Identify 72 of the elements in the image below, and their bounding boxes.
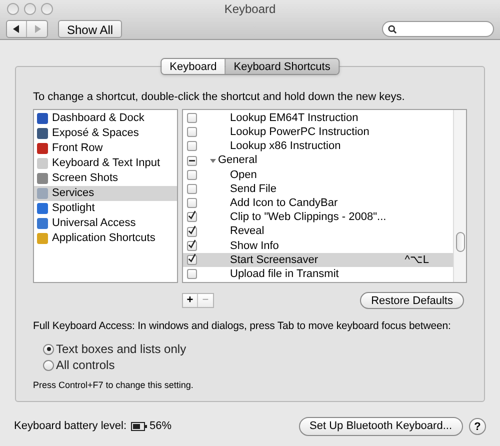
checkbox[interactable] (187, 254, 197, 265)
dash-icon (189, 160, 195, 162)
shortcut-row[interactable]: General (183, 154, 453, 168)
category-item[interactable]: Universal Access (34, 216, 177, 231)
bluetooth-setup-button[interactable]: Set Up Bluetooth Keyboard... (298, 416, 463, 436)
pane-icon (37, 158, 48, 169)
pane-icon (37, 128, 48, 139)
pane-icon (37, 173, 48, 184)
category-item[interactable]: Dashboard & Dock (34, 111, 177, 126)
window-control[interactable] (7, 3, 19, 15)
category-item[interactable]: Application Shortcuts (34, 231, 177, 246)
shortcut-row[interactable]: Lookup EM64T Instruction (183, 111, 453, 126)
battery-reading: 56% (150, 418, 172, 434)
pane-icon (37, 143, 48, 154)
shortcut-row[interactable]: Send File (183, 182, 453, 196)
checkbox[interactable] (187, 170, 197, 180)
shortcut-keys: ^⌥L (404, 252, 429, 268)
radio-option[interactable]: All controls (43, 358, 467, 373)
add-button[interactable]: + (183, 294, 198, 306)
search-field[interactable] (382, 21, 494, 37)
category-item[interactable]: Spotlight (34, 201, 177, 216)
shortcut-row[interactable]: Reveal (183, 224, 453, 239)
category-item[interactable]: Exposé & Spaces (34, 126, 177, 141)
tab[interactable]: Keyboard Shortcuts (224, 59, 338, 74)
help-button[interactable]: ? (469, 418, 486, 434)
category-item[interactable]: Services (34, 186, 177, 201)
pane-icon (37, 218, 48, 229)
shortcut-row[interactable]: Add Icon to CandyBar (183, 196, 453, 210)
shortcut-row[interactable]: Lookup PowerPC Instruction (183, 125, 453, 140)
pane-icon (37, 233, 48, 244)
pane-icon (37, 188, 48, 199)
battery-label: Keyboard battery level: (14, 418, 127, 434)
shortcut-row[interactable]: Show Info (183, 238, 453, 253)
radio-button[interactable] (43, 360, 54, 371)
checkbox[interactable] (187, 141, 197, 152)
category-item[interactable]: Keyboard & Text Input (34, 156, 177, 171)
tab[interactable]: Keyboard (162, 59, 225, 74)
show-all-button[interactable]: Show All (58, 20, 122, 38)
checkbox[interactable] (187, 198, 197, 208)
instruction-text: To change a shortcut, double-click the shortcut and hold down the new keys. (33, 90, 406, 103)
shortcut-row[interactable]: Clip to "Web Clippings - 2008"... (183, 210, 453, 224)
checkbox[interactable] (187, 269, 197, 280)
search-icon (388, 24, 397, 34)
window-control[interactable] (24, 3, 36, 15)
checkbox[interactable] (187, 212, 197, 222)
shortcut-row[interactable]: Start Screensaver ^⌥L (183, 252, 453, 268)
checkbox[interactable] (187, 113, 197, 124)
disclosure-triangle-icon[interactable] (210, 158, 216, 164)
checkbox[interactable] (187, 240, 197, 251)
radio-option[interactable]: Text boxes and lists only (43, 342, 467, 357)
category-item[interactable]: Screen Shots (34, 171, 177, 186)
shortcut-row[interactable]: Open (183, 168, 453, 182)
shortcut-row[interactable]: Lookup x86 Instruction (183, 139, 453, 154)
battery-icon (130, 422, 147, 430)
scroll-thumb[interactable] (456, 232, 464, 252)
window-title: Keyboard (224, 1, 276, 18)
scrollbar[interactable] (453, 110, 466, 282)
checkbox[interactable] (187, 156, 197, 166)
keyboard-access-label: Full Keyboard Access: In windows and dialogs, press Tab to move keyboard focus between: (33, 319, 451, 334)
hint-text: Press Control+F7 to change this setting. (33, 378, 194, 392)
window-control[interactable] (41, 3, 53, 15)
category-item[interactable]: Front Row (34, 141, 177, 156)
pane-icon (37, 113, 48, 124)
restore-defaults-button[interactable]: Restore Defaults (360, 292, 464, 308)
left-arrow-icon (13, 25, 20, 33)
checkbox[interactable] (187, 184, 197, 194)
shortcut-row[interactable]: Upload file in Transmit (183, 267, 453, 282)
pane-icon (37, 203, 48, 214)
checkbox[interactable] (187, 226, 197, 237)
checkbox[interactable] (187, 127, 197, 138)
radio-button[interactable] (43, 344, 54, 355)
right-arrow-icon (34, 25, 40, 33)
